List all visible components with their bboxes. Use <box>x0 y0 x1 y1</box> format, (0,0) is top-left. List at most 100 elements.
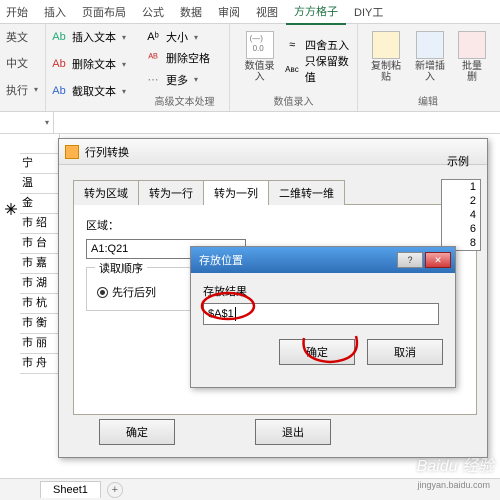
delete-space-icon: ᴬᴮ <box>146 51 160 65</box>
cell[interactable]: 市 舟 <box>20 354 60 374</box>
ribbon-group-edit: 复制粘贴 新增插入 批量删 编辑 <box>358 24 498 111</box>
convert-tab-2[interactable]: 转为一列 <box>203 180 269 205</box>
batch-delete-button[interactable]: 批量删 <box>452 27 492 87</box>
insert-text-icon: Ab <box>52 30 66 44</box>
dialog-title: 存放位置 <box>195 252 243 268</box>
ribbon-tab-1[interactable]: 插入 <box>36 0 74 24</box>
window-icon <box>65 145 79 159</box>
close-button[interactable]: ✕ <box>425 252 451 268</box>
delete-text-button[interactable]: Ab删除文本▾ <box>52 54 134 74</box>
group-legend: 读取顺序 <box>95 260 147 276</box>
cell[interactable]: 市 台 <box>20 234 60 254</box>
cursor-icon <box>2 200 20 221</box>
chevron-down-icon: ▾ <box>45 118 49 127</box>
keep-numeric-button[interactable]: Aʙᴄ只保留数值 <box>285 59 351 79</box>
round-icon: ≈ <box>285 38 299 52</box>
dialog-cancel-button[interactable]: 取消 <box>367 339 443 365</box>
ribbon-group-text-more: Aᵇ大小▾ ᴬᴮ删除空格 ⋯更多▾ 高级文本处理 <box>140 24 230 111</box>
window-title: 行列转换 <box>85 144 129 160</box>
ribbon-tabs: 开始插入页面布局公式数据审阅视图方方格子DIY工 <box>0 0 500 24</box>
insert-text-button[interactable]: Ab插入文本▾ <box>52 27 134 47</box>
example-item: 2 <box>442 194 480 208</box>
watermark-sub: jingyan.baidu.com <box>417 480 490 490</box>
tab-control: 转为区域转为一行转为一列二维转一维 <box>73 179 477 205</box>
lbl-english[interactable]: 英文 <box>6 29 28 45</box>
radio-icon <box>97 287 108 298</box>
numeric-input-button[interactable]: (—)0.0 数值录入 <box>236 27 283 87</box>
ribbon-group-numeric: (—)0.0 数值录入 ≈四舍五入 Aʙᴄ只保留数值 数值录入 <box>230 24 358 111</box>
ribbon-tab-5[interactable]: 审阅 <box>210 0 248 24</box>
result-input[interactable]: $A$1 <box>203 303 439 325</box>
dialog-ok-button[interactable]: 确定 <box>279 339 355 365</box>
cell[interactable]: 市 丽 <box>20 334 60 354</box>
dialog-titlebar[interactable]: 存放位置 ? ✕ <box>191 247 455 273</box>
ribbon-tab-8[interactable]: DIY工 <box>346 0 391 24</box>
name-box[interactable]: ▾ <box>0 112 54 133</box>
worksheet-cells[interactable]: 宁温金市 绍市 台市 嘉市 湖市 杭市 衡市 丽市 舟 <box>20 134 60 478</box>
example-item: 1 <box>442 180 480 194</box>
add-insert-button[interactable]: 新增插入 <box>408 27 452 87</box>
ok-button[interactable]: 确定 <box>99 419 175 445</box>
more-button[interactable]: ⋯更多▾ <box>146 70 223 90</box>
ribbon: 英文 中文 执行 ▾ Ab插入文本▾ Ab删除文本▾ Ab截取文本▾ Aᵇ大小▾ … <box>0 24 500 112</box>
group-title-edit: 编辑 <box>364 93 492 108</box>
save-location-dialog: 存放位置 ? ✕ 存放结果 $A$1 确定 取消 <box>190 246 456 388</box>
ribbon-tab-3[interactable]: 公式 <box>134 0 172 24</box>
help-button[interactable]: ? <box>397 252 423 268</box>
result-label: 存放结果 <box>203 283 443 299</box>
chevron-down-icon: ▾ <box>122 87 126 96</box>
cell[interactable]: 温 <box>20 174 60 194</box>
window-titlebar[interactable]: 行列转换 <box>59 139 487 165</box>
formula-bar: ▾ <box>0 112 500 134</box>
example-label: 示例 <box>447 153 469 169</box>
cell[interactable]: 市 湖 <box>20 274 60 294</box>
cell[interactable]: 金 <box>20 194 60 214</box>
ribbon-group-exec: 英文 中文 执行 ▾ <box>0 24 46 111</box>
cut-text-button[interactable]: Ab截取文本▾ <box>52 81 134 101</box>
range-label: 区域： <box>86 217 464 233</box>
watermark: Baidu 经验 <box>417 452 494 476</box>
delete-space-button[interactable]: ᴬᴮ删除空格 <box>146 48 223 68</box>
case-icon: Aᵇ <box>146 30 160 44</box>
copy-paste-button[interactable]: 复制粘贴 <box>364 27 408 87</box>
ribbon-tab-2[interactable]: 页面布局 <box>74 0 134 24</box>
ribbon-tab-0[interactable]: 开始 <box>4 0 36 24</box>
cell[interactable]: 宁 <box>20 154 60 174</box>
cut-text-icon: Ab <box>52 84 66 98</box>
lbl-chinese[interactable]: 中文 <box>6 55 28 71</box>
convert-tab-0[interactable]: 转为区域 <box>73 180 139 205</box>
numeric-input-icon: (—)0.0 <box>246 31 274 59</box>
more-icon: ⋯ <box>146 73 160 87</box>
cell[interactable]: 市 衡 <box>20 314 60 334</box>
example-item: 4 <box>442 208 480 222</box>
chevron-down-icon: ▾ <box>122 33 126 42</box>
text-cursor <box>235 307 236 321</box>
clipboard-icon <box>372 31 400 59</box>
example-item: 6 <box>442 222 480 236</box>
chevron-down-icon: ▾ <box>34 85 38 94</box>
ribbon-tab-7[interactable]: 方方格子 <box>286 0 346 25</box>
lbl-exec[interactable]: 执行 <box>6 82 28 98</box>
ribbon-tab-6[interactable]: 视图 <box>248 0 286 24</box>
cell[interactable]: 市 嘉 <box>20 254 60 274</box>
ribbon-group-text-ops: Ab插入文本▾ Ab删除文本▾ Ab截取文本▾ <box>46 24 140 111</box>
cell[interactable] <box>20 134 60 154</box>
group-title-numeric: 数值录入 <box>236 93 351 108</box>
table-add-icon <box>416 31 444 59</box>
ribbon-tab-4[interactable]: 数据 <box>172 0 210 24</box>
add-sheet-button[interactable]: + <box>107 482 123 498</box>
cell[interactable]: 市 绍 <box>20 214 60 234</box>
table-delete-icon <box>458 31 486 59</box>
round-button[interactable]: ≈四舍五入 <box>285 35 351 55</box>
keep-numeric-icon: Aʙᴄ <box>285 62 299 76</box>
delete-text-icon: Ab <box>52 57 66 71</box>
convert-tab-1[interactable]: 转为一行 <box>138 180 204 205</box>
group-title-text: 高级文本处理 <box>146 93 223 108</box>
exit-button[interactable]: 退出 <box>255 419 331 445</box>
sheet-tab-1[interactable]: Sheet1 <box>40 481 101 498</box>
cell[interactable]: 市 杭 <box>20 294 60 314</box>
case-button[interactable]: Aᵇ大小▾ <box>146 27 223 47</box>
chevron-down-icon: ▾ <box>122 60 126 69</box>
example-list: 12468 <box>441 179 481 251</box>
convert-tab-3[interactable]: 二维转一维 <box>268 180 345 205</box>
